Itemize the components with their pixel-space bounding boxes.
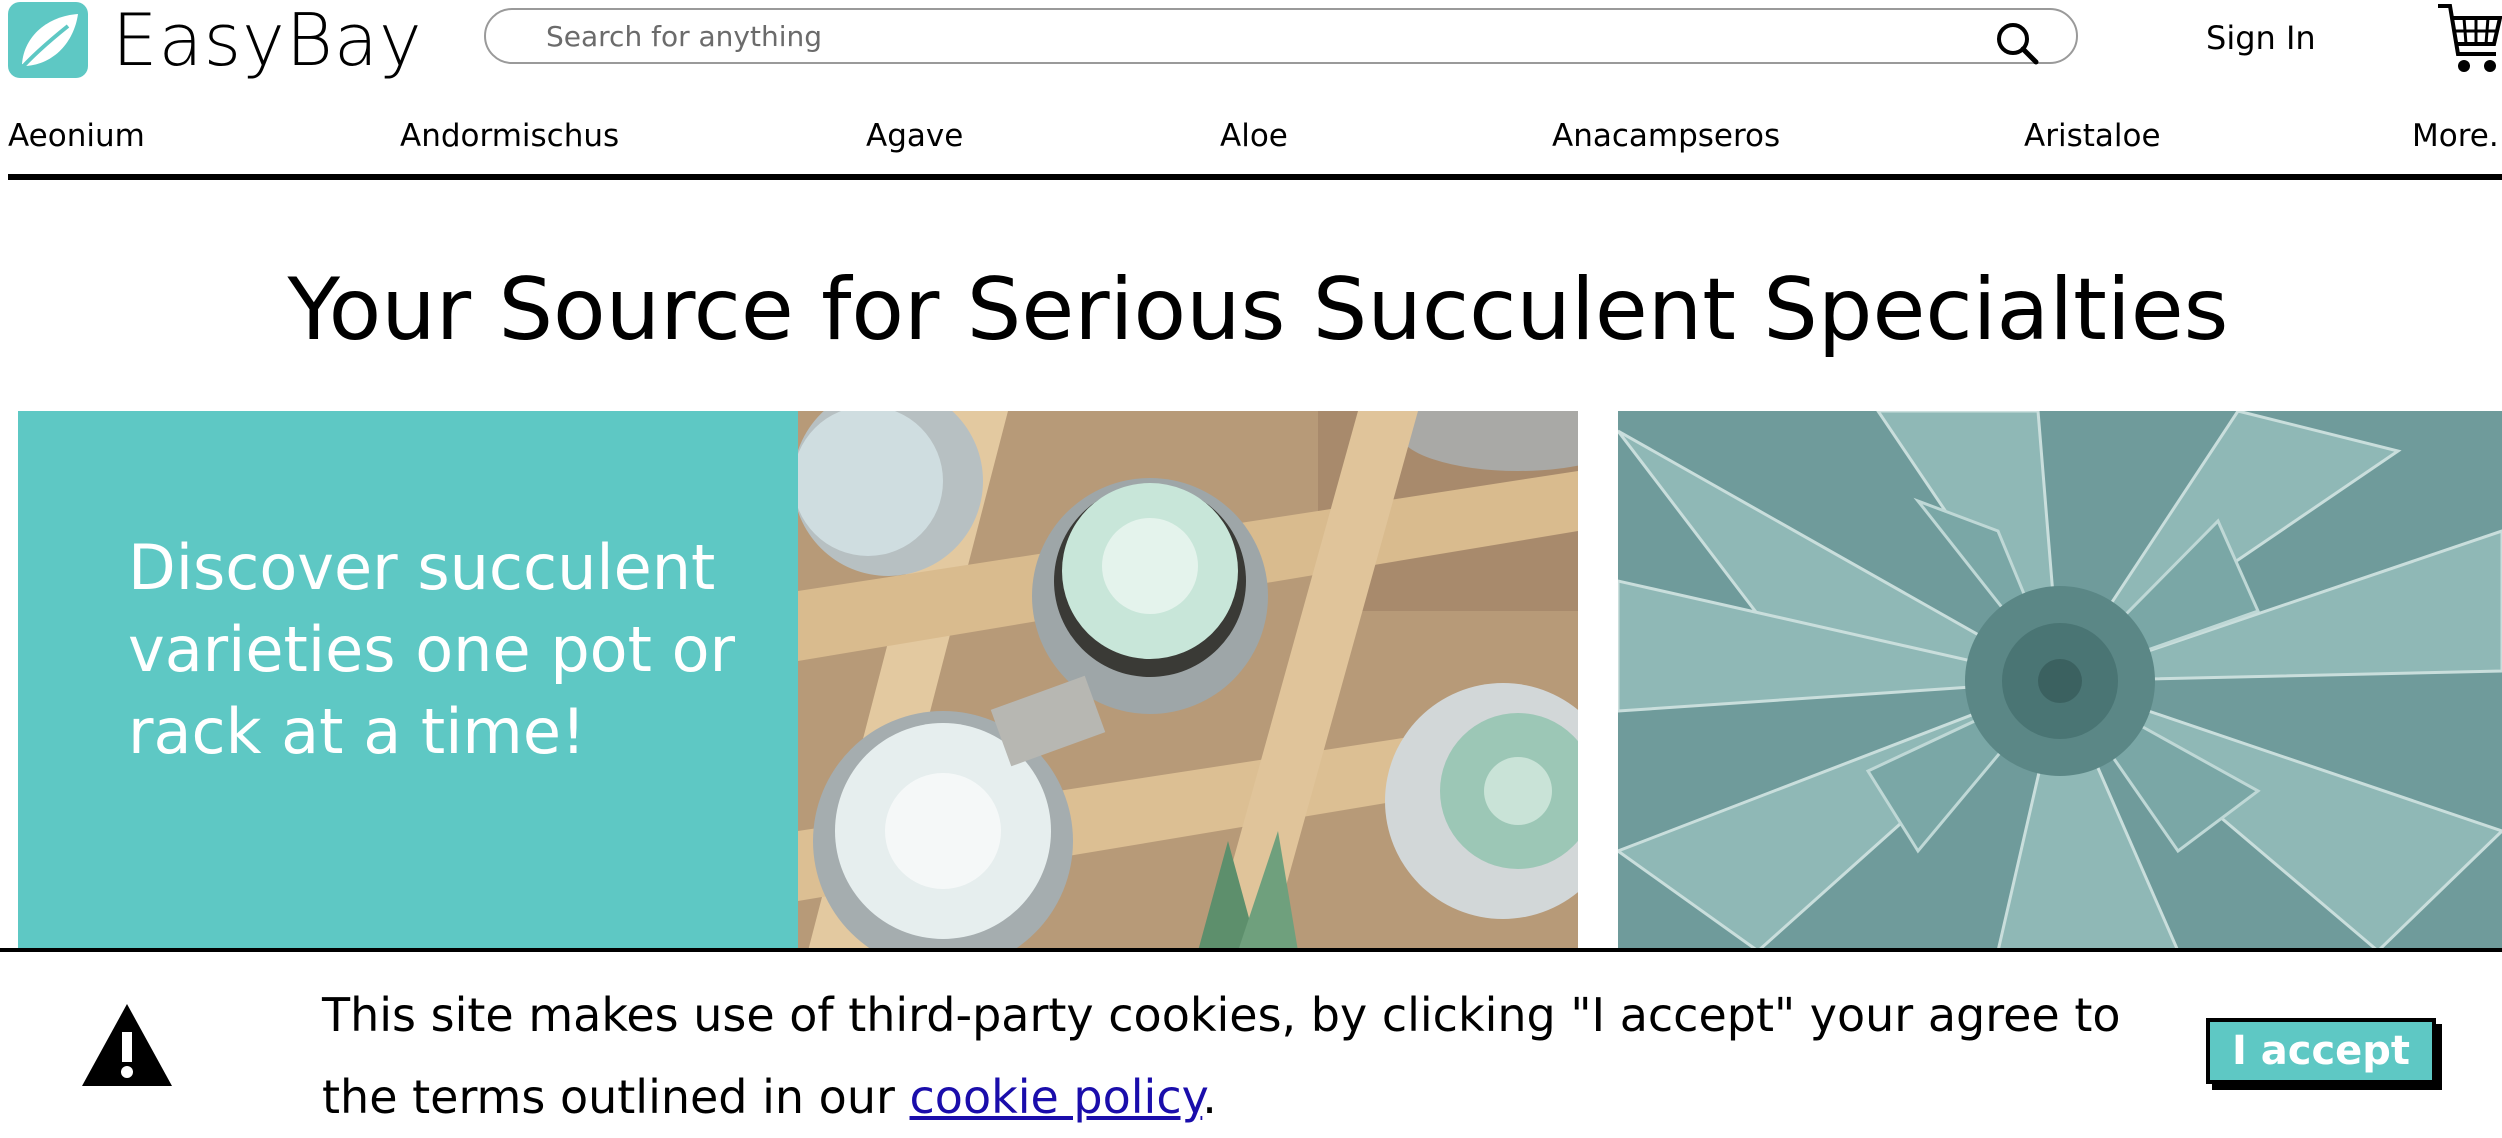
nav-item-aristaloe[interactable]: Aristaloe [2024, 112, 2161, 160]
accept-cookies-button[interactable]: I accept [2206, 1018, 2436, 1084]
brand-logo[interactable]: EasyBay [8, 0, 423, 80]
page-headline: Your Source for Serious Succulent Specia… [287, 260, 2229, 360]
brand-name: EasyBay [112, 0, 423, 82]
cart-icon[interactable] [2436, 0, 2502, 80]
cookie-message: This site makes use of third-party cooki… [322, 974, 2122, 1138]
search-icon[interactable] [1994, 20, 2040, 66]
category-nav: Aeonium Andormischus Agave Aloe Anacamps… [0, 112, 2502, 162]
warning-icon [82, 1004, 172, 1086]
leaf-logo-icon [8, 2, 88, 78]
nav-item-aloe[interactable]: Aloe [1220, 112, 1288, 160]
nav-divider [8, 174, 2502, 180]
cookie-message-end: . [1202, 1070, 1217, 1124]
search-bar[interactable] [484, 8, 2078, 66]
succulent-pots-image[interactable] [798, 411, 1578, 951]
cookie-banner: This site makes use of third-party cooki… [0, 948, 2502, 1136]
nav-item-more[interactable]: More.. [2412, 112, 2502, 160]
nav-item-anacampseros[interactable]: Anacampseros [1552, 112, 1780, 160]
cookie-message-text: This site makes use of third-party cooki… [322, 988, 2121, 1124]
nav-item-andormischus[interactable]: Andormischus [400, 112, 619, 160]
nav-item-agave[interactable]: Agave [866, 112, 963, 160]
cookie-policy-link[interactable]: cookie policy [910, 1070, 1203, 1124]
nav-item-aeonium[interactable]: Aeonium [8, 112, 145, 160]
search-input[interactable] [544, 18, 1928, 54]
agave-plant-image[interactable] [1618, 411, 2502, 951]
sign-in-link[interactable]: Sign In [2206, 18, 2316, 58]
promo-text: Discover succulent varieties one pot or … [128, 531, 736, 768]
promo-panel[interactable]: Discover succulent varieties one pot or … [18, 411, 798, 951]
